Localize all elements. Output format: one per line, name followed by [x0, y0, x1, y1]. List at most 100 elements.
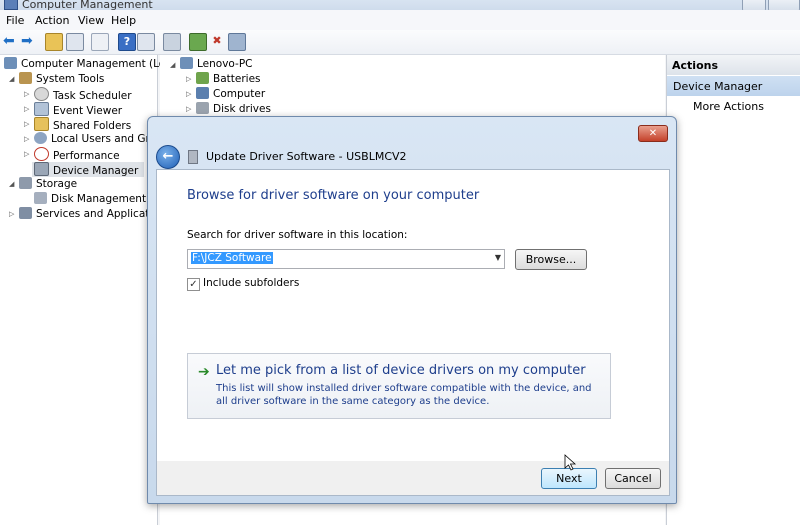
- tree-item-device-manager[interactable]: Device Manager: [32, 162, 145, 177]
- show-action-pane-icon[interactable]: [137, 33, 155, 51]
- tree-root[interactable]: Computer Management (Local: [4, 57, 180, 72]
- services-icon: [19, 207, 32, 219]
- expand-arrow-icon[interactable]: ▷: [186, 105, 191, 113]
- expand-arrow-icon[interactable]: ▷: [186, 90, 191, 98]
- computer-management-icon: [4, 0, 18, 10]
- expand-arrow-icon[interactable]: ▷: [24, 120, 29, 128]
- device-category-label: Disk drives: [213, 103, 271, 115]
- dialog-header: ← Update Driver Software - USBLMCV2: [156, 145, 668, 171]
- menu-help[interactable]: Help: [111, 14, 136, 27]
- dialog-footer: Next Cancel: [156, 461, 670, 496]
- expand-arrow-icon[interactable]: ▷: [9, 210, 14, 218]
- actions-header-label: Actions: [672, 59, 718, 72]
- tree-item-label: Disk Management: [51, 193, 147, 205]
- folder-icon: [34, 117, 49, 131]
- tree-item-storage[interactable]: Storage: [19, 177, 77, 192]
- dialog-title: Update Driver Software - USBLMCV2: [206, 150, 407, 163]
- disk-drive-icon: [196, 102, 209, 114]
- computer-icon: [180, 57, 193, 69]
- actions-pane: Actions Device Manager More Actions: [666, 55, 800, 525]
- collapse-arrow-icon[interactable]: ◢: [170, 61, 175, 69]
- close-button[interactable]: ✕: [638, 125, 668, 142]
- menu-file[interactable]: File: [6, 14, 24, 27]
- tree-item-performance[interactable]: Performance: [34, 147, 120, 162]
- browse-button[interactable]: Browse...: [515, 249, 587, 270]
- back-arrow-icon[interactable]: ⬅: [3, 33, 19, 49]
- tree-item-shared-folders[interactable]: Shared Folders: [34, 117, 131, 132]
- help-icon[interactable]: ?: [118, 33, 136, 51]
- collapse-arrow-icon[interactable]: ◢: [9, 75, 14, 83]
- tree-item-label: Device Manager: [53, 165, 139, 177]
- up-folder-icon[interactable]: [45, 33, 63, 51]
- monitor-icon: [196, 87, 209, 99]
- tree-item-label: System Tools: [36, 73, 105, 85]
- expand-arrow-icon[interactable]: ▷: [24, 135, 29, 143]
- clock-icon: [34, 87, 49, 101]
- location-combobox[interactable]: F:\JCZ Software ▼: [187, 249, 505, 269]
- tree-item-label: Task Scheduler: [53, 90, 132, 102]
- tree-item-system-tools[interactable]: System Tools: [19, 72, 104, 87]
- pick-from-list-title[interactable]: Let me pick from a list of device driver…: [216, 363, 586, 378]
- tree-root-label: Computer Management (Local: [21, 58, 181, 70]
- properties-icon[interactable]: [91, 33, 109, 51]
- forward-arrow-icon[interactable]: ➡: [21, 33, 37, 49]
- location-value[interactable]: F:\JCZ Software: [191, 252, 273, 264]
- expand-arrow-icon[interactable]: ▷: [24, 90, 29, 98]
- device-root-label: Lenovo-PC: [197, 58, 253, 70]
- scan-hardware-icon[interactable]: [163, 33, 181, 51]
- menu-action[interactable]: Action: [35, 14, 69, 27]
- actions-header: Actions: [667, 55, 800, 75]
- pick-from-list-description: This list will show installed driver sof…: [216, 383, 592, 407]
- tree-item-task-scheduler[interactable]: Task Scheduler: [34, 87, 132, 102]
- expand-arrow-icon[interactable]: ▷: [24, 105, 29, 113]
- event-viewer-icon: [34, 102, 49, 116]
- tree-item-label: Performance: [53, 150, 120, 162]
- pick-from-list-option[interactable]: ➔ Let me pick from a list of device driv…: [187, 353, 611, 419]
- dialog-heading: Browse for driver software on your compu…: [187, 188, 480, 203]
- device-category-disk-drives[interactable]: Disk drives: [196, 102, 271, 117]
- dropdown-arrow-icon[interactable]: ▼: [495, 253, 501, 262]
- title-bar: Computer Management: [0, 0, 800, 12]
- update-driver-dialog: ✕ ← Update Driver Software - USBLMCV2 Br…: [147, 116, 677, 504]
- more-actions-link[interactable]: More Actions: [693, 100, 764, 113]
- performance-icon: [34, 147, 49, 161]
- computer-icon: [4, 57, 17, 69]
- actions-section-device-manager[interactable]: Device Manager: [667, 76, 800, 96]
- show-hide-tree-icon[interactable]: [66, 33, 84, 51]
- update-driver-icon[interactable]: [189, 33, 207, 51]
- disable-device-icon[interactable]: [228, 33, 246, 51]
- users-icon: [34, 132, 47, 144]
- next-button[interactable]: Next: [541, 468, 597, 489]
- cancel-button[interactable]: Cancel: [605, 468, 661, 489]
- uninstall-icon[interactable]: ✖: [209, 33, 225, 49]
- expand-arrow-icon[interactable]: ▷: [186, 75, 191, 83]
- dialog-body: Browse for driver software on your compu…: [156, 169, 670, 463]
- tree-item-disk-management[interactable]: Disk Management: [34, 192, 146, 207]
- menu-bar: File Action View Help: [0, 10, 800, 30]
- mouse-pointer-icon: [564, 454, 577, 471]
- back-button[interactable]: ←: [156, 145, 180, 169]
- device-category-computer[interactable]: Computer: [196, 87, 265, 102]
- tree-item-label: Shared Folders: [53, 120, 132, 132]
- include-subfolders-label: Include subfolders: [203, 277, 300, 289]
- storage-icon: [19, 177, 32, 189]
- usb-device-icon: [188, 150, 198, 164]
- green-arrow-icon: ➔: [198, 364, 210, 380]
- expand-arrow-icon[interactable]: ▷: [24, 150, 29, 158]
- include-subfolders-checkbox[interactable]: ✓: [187, 278, 200, 291]
- collapse-arrow-icon[interactable]: ◢: [9, 180, 14, 188]
- tools-icon: [19, 72, 32, 84]
- tree-item-label: Storage: [36, 178, 78, 190]
- device-root[interactable]: Lenovo-PC: [180, 57, 253, 72]
- console-tree: Computer Management (Local ◢ System Tool…: [0, 55, 180, 525]
- menu-view[interactable]: View: [78, 14, 104, 27]
- toolbar: ⬅ ➡ ? ✖: [0, 30, 800, 55]
- tree-item-event-viewer[interactable]: Event Viewer: [34, 102, 122, 117]
- tree-item-label: Event Viewer: [53, 105, 123, 117]
- actions-section-label: Device Manager: [673, 80, 763, 93]
- disk-icon: [34, 192, 47, 204]
- device-category-label: Batteries: [213, 73, 261, 85]
- device-category-batteries[interactable]: Batteries: [196, 72, 261, 87]
- battery-icon: [196, 72, 209, 84]
- device-manager-icon: [34, 162, 49, 176]
